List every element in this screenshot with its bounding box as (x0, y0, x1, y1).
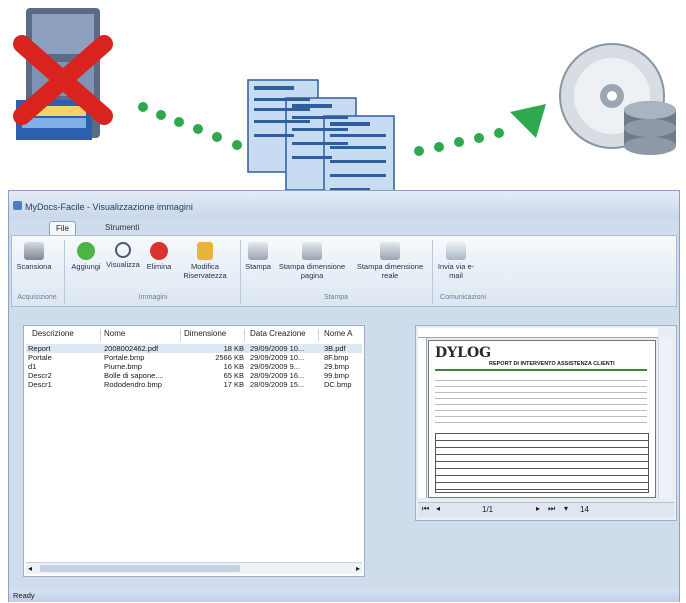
dylog-logo: DYLOG (435, 345, 492, 361)
cd-database-icon (556, 40, 680, 160)
magnifier-icon (115, 242, 131, 258)
table-row[interactable]: Portale Portale.bmp 2566 KB 29/09/2009 1… (26, 353, 362, 362)
group-acquisizione: Acquisizione (17, 294, 57, 301)
cell-data: 29/09/2009 10... (250, 353, 305, 362)
cell-nome-a: DC.bmp (324, 380, 352, 389)
print-real-size-button[interactable]: Stampa dimensione reale (352, 242, 428, 280)
page-indicator: 1/1 (482, 505, 494, 514)
first-page-icon[interactable]: ⏮ (422, 504, 429, 514)
horizontal-scrollbar[interactable]: ◂ ▸ (26, 562, 362, 574)
delete-button[interactable]: Elimina (144, 242, 174, 271)
cell-nome: 2008002462.pdf (104, 344, 159, 353)
scrollbar-thumb[interactable] (40, 565, 240, 572)
group-comunicazioni: Comunicazioni (440, 294, 486, 301)
table-row[interactable]: d1 Piume.bmp 16 KB 29/09/2009 9... 29.bm… (26, 362, 362, 371)
cell-dimensione: 65 KB (223, 371, 244, 380)
ribbon: Scansiona Acquisizione Aggiungi Visualiz… (11, 235, 677, 307)
scroll-right-arrow-icon[interactable]: ▸ (356, 564, 360, 573)
next-page-icon[interactable]: ▸ (536, 504, 540, 513)
lock-icon (197, 242, 213, 260)
vertical-scrollbar[interactable] (658, 338, 671, 498)
title-bar: MyDocs-Facile - Visualizzazione immagini (9, 191, 679, 219)
zoom-dropdown-icon[interactable]: ▾ (564, 504, 568, 513)
status-text: Ready (13, 591, 35, 600)
app-window: MyDocs-Facile - Visualizzazione immagini… (8, 190, 680, 602)
preview-navbar: ⏮ ◂ 1/1 ▸ ⏭ ▾ 14 (418, 502, 674, 517)
zoom-value: 14 (580, 505, 589, 514)
column-header-descrizione[interactable]: Descrizione (32, 329, 101, 341)
column-header-nome[interactable]: Nome (104, 329, 181, 341)
cell-descrizione: Portale (28, 353, 52, 362)
plus-icon (77, 242, 95, 260)
group-stampa: Stampa (323, 294, 349, 301)
cell-descrizione: Report (28, 344, 51, 353)
email-icon (446, 242, 466, 260)
table-row[interactable]: Descr2 Bolle di sapone.... 65 KB 28/09/2… (26, 371, 362, 380)
print-button[interactable]: Stampa (244, 242, 272, 271)
column-header-dimensione[interactable]: Dimensione (184, 329, 245, 341)
cell-nome: Portale.bmp (104, 353, 145, 362)
cell-dimensione: 2566 KB (215, 353, 244, 362)
scanner-icon (24, 242, 44, 260)
cell-nome-a: 29.bmp (324, 362, 350, 371)
document-title: REPORT DI INTERVENTO ASSISTENZA CLIENTI (489, 361, 615, 367)
document-preview: DYLOG REPORT DI INTERVENTO ASSISTENZA CL… (428, 340, 656, 498)
prev-page-icon[interactable]: ◂ (436, 504, 440, 513)
scroll-left-arrow-icon[interactable]: ◂ (28, 564, 32, 573)
cell-dimensione: 18 KB (223, 344, 244, 353)
cell-dimensione: 16 KB (223, 362, 244, 371)
cell-data: 29/09/2009 9... (250, 362, 301, 371)
printer-zoom-icon (302, 242, 322, 260)
cell-data: 28/09/2009 15... (250, 380, 305, 389)
delete-icon (150, 242, 168, 260)
printer-icon (248, 242, 268, 260)
email-button[interactable]: Invia via e-mail (436, 242, 476, 280)
view-button[interactable]: Visualizza (104, 242, 142, 269)
ruler-top (418, 328, 658, 338)
app-icon (13, 201, 22, 210)
green-band (435, 369, 647, 371)
printer-page-icon (380, 242, 400, 260)
cell-nome: Rododendro.bmp (104, 380, 162, 389)
form-fields (435, 375, 647, 425)
last-page-icon[interactable]: ⏭ (548, 504, 555, 514)
cell-nome-a: 3B.pdf (324, 344, 346, 353)
cell-nome-a: 8F.bmp (324, 353, 349, 362)
preview-panel: DYLOG REPORT DI INTERVENTO ASSISTENZA CL… (415, 325, 677, 521)
cell-data: 29/09/2009 10... (250, 344, 305, 353)
status-bar: Ready (9, 589, 679, 602)
add-button[interactable]: Aggiungi (68, 242, 104, 271)
arrow-right-icon (510, 104, 550, 138)
window-title: MyDocs-Facile - Visualizzazione immagini (25, 202, 193, 212)
cell-data: 28/09/2009 16... (250, 371, 305, 380)
archive-cabinet-icon (8, 4, 116, 152)
table-row[interactable]: Descr1 Rododendro.bmp 17 KB 28/09/2009 1… (26, 380, 362, 389)
privacy-button[interactable]: Modifica Riservatezza (176, 242, 234, 280)
cell-nome: Bolle di sapone.... (104, 371, 164, 380)
column-header-data[interactable]: Data Creazione (250, 329, 319, 341)
tab-file[interactable]: File (49, 221, 76, 236)
cell-dimensione: 17 KB (223, 380, 244, 389)
form-table (435, 433, 649, 493)
scan-button[interactable]: Scansiona (14, 242, 54, 271)
tab-strumenti[interactable]: Strumenti (99, 221, 145, 235)
print-page-size-button[interactable]: Stampa dimensione pagina (274, 242, 350, 280)
cell-nome: Piume.bmp (104, 362, 142, 371)
group-immagini: Immagini (138, 294, 168, 301)
cell-descrizione: Descr1 (28, 380, 52, 389)
column-header-nome-a[interactable]: Nome A (324, 329, 362, 341)
file-list: Descrizione Nome Dimensione Data Creazio… (23, 325, 365, 577)
cell-descrizione: Descr2 (28, 371, 52, 380)
ruler-left (418, 338, 427, 498)
cell-descrizione: d1 (28, 362, 37, 371)
table-row[interactable]: Report 2008002462.pdf 18 KB 29/09/2009 1… (26, 344, 362, 353)
cell-nome-a: 99.bmp (324, 371, 350, 380)
